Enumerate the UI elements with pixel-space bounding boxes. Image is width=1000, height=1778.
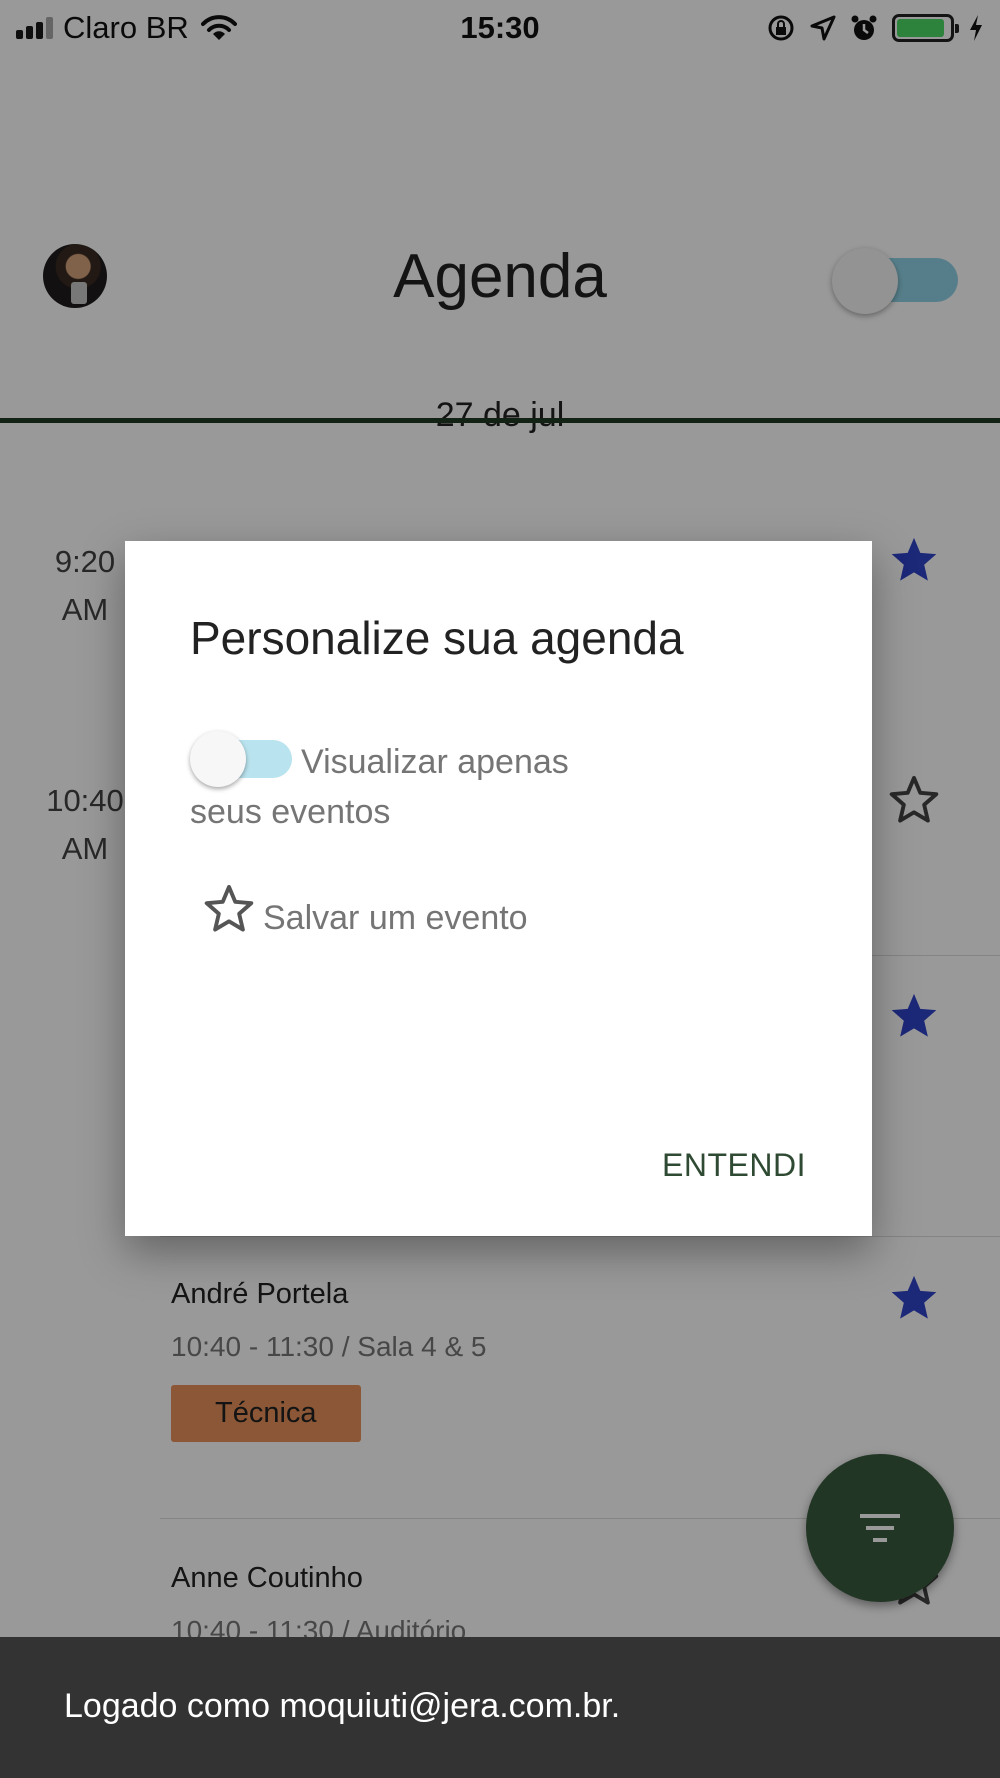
- snackbar-message: Logado como moquiuti@jera.com.br.: [64, 1687, 621, 1725]
- star-outline-icon: [204, 884, 254, 932]
- option-star-text: Salvar um evento: [263, 899, 528, 937]
- toggle-illustration-icon: [190, 729, 294, 787]
- dialog-title: Personalize sua agenda: [190, 612, 684, 664]
- agenda-screen: Claro BR 15:30 Agenda 27 de jul 9:20 AM …: [0, 0, 1000, 1778]
- entendi-button[interactable]: ENTENDI: [662, 1147, 806, 1184]
- snackbar: Logado como moquiuti@jera.com.br.: [0, 1637, 1000, 1778]
- option-toggle-text-line1: Visualizar apenas: [301, 743, 569, 781]
- onboarding-dialog: Personalize sua agenda Visualizar apenas…: [125, 541, 872, 1236]
- option-toggle-text-line2: seus eventos: [190, 793, 391, 831]
